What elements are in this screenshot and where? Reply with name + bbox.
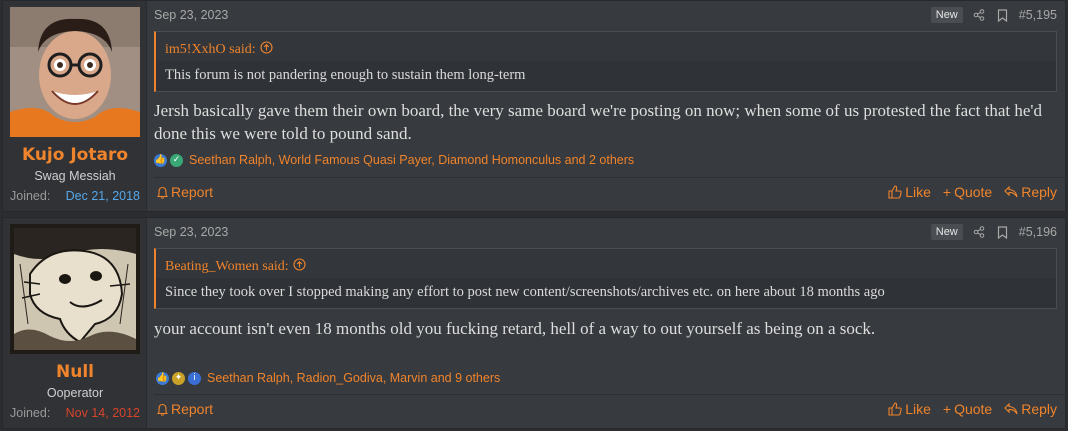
post-actions: Like + Quote Reply bbox=[888, 184, 1057, 200]
post-content: Sep 23, 2023 New #5,195 im5!XxhO said: T… bbox=[154, 1, 1065, 211]
post-header-actions: New #5,195 bbox=[930, 7, 1057, 23]
post-actions: Like + Quote Reply bbox=[888, 401, 1057, 417]
joined-date: Nov 14, 2012 bbox=[65, 406, 140, 420]
puzzle-reaction-icon: ✦ bbox=[172, 371, 185, 385]
quote-label: Quote bbox=[954, 401, 993, 417]
post-footer: Report Like + Quote Reply bbox=[154, 394, 1065, 428]
reply-icon bbox=[1004, 186, 1018, 198]
avatar-drawing-icon bbox=[10, 224, 140, 354]
joined-label: Joined: bbox=[10, 406, 51, 420]
share-icon[interactable] bbox=[971, 7, 987, 23]
reply-label: Reply bbox=[1021, 184, 1057, 200]
user-title: Swag Messiah bbox=[34, 169, 116, 183]
quote-author[interactable]: im5!XxhO said: bbox=[156, 32, 1056, 61]
quote-button[interactable]: + Quote bbox=[943, 184, 992, 200]
plus-icon: + bbox=[942, 184, 952, 200]
like-button[interactable]: Like bbox=[888, 184, 931, 200]
reactions-bar[interactable]: 👍 ✓ Seethan Ralph, World Famous Quasi Pa… bbox=[154, 153, 1065, 167]
post-footer: Report Like + Quote Reply bbox=[154, 177, 1065, 211]
bell-icon bbox=[157, 186, 168, 199]
post-date[interactable]: Sep 23, 2023 bbox=[154, 8, 228, 22]
bell-icon bbox=[157, 403, 168, 416]
post-content: Sep 23, 2023 New #5,196 Beating_Women sa… bbox=[154, 218, 1065, 428]
joined-label: Joined: bbox=[10, 189, 51, 203]
avatar-photo-icon bbox=[10, 7, 140, 137]
info-reaction-icon: i bbox=[188, 371, 201, 385]
new-badge: New bbox=[930, 7, 963, 23]
plus-icon: + bbox=[942, 401, 952, 417]
user-cell: Null Ooperator Joined: Nov 14, 2012 bbox=[3, 218, 147, 428]
post-number[interactable]: #5,195 bbox=[1019, 8, 1057, 22]
report-label: Report bbox=[171, 184, 214, 200]
like-button[interactable]: Like bbox=[888, 401, 931, 417]
reply-label: Reply bbox=[1021, 401, 1057, 417]
quote-text: Since they took over I stopped making an… bbox=[156, 278, 1056, 308]
quote-block: im5!XxhO said: This forum is not panderi… bbox=[154, 31, 1057, 92]
like-label: Like bbox=[905, 184, 931, 200]
user-cell: Kujo Jotaro Swag Messiah Joined: Dec 21,… bbox=[3, 1, 147, 211]
arrow-up-circle-icon[interactable] bbox=[260, 41, 273, 59]
post-5196: Null Ooperator Joined: Nov 14, 2012 Sep … bbox=[2, 217, 1066, 429]
report-label: Report bbox=[171, 401, 214, 417]
post-5195: Kujo Jotaro Swag Messiah Joined: Dec 21,… bbox=[2, 0, 1066, 212]
quote-button[interactable]: + Quote bbox=[943, 401, 992, 417]
bookmark-icon[interactable] bbox=[995, 224, 1011, 240]
check-reaction-icon: ✓ bbox=[170, 153, 183, 167]
post-number[interactable]: #5,196 bbox=[1019, 225, 1057, 239]
username[interactable]: Kujo Jotaro bbox=[3, 145, 147, 165]
reactions-list[interactable]: Seethan Ralph, World Famous Quasi Payer,… bbox=[189, 153, 634, 167]
new-badge: New bbox=[930, 224, 963, 240]
thumbs-up-icon bbox=[888, 185, 902, 199]
avatar[interactable] bbox=[10, 224, 140, 354]
avatar[interactable] bbox=[10, 7, 140, 137]
quote-author-label: im5!XxhO said: bbox=[165, 42, 256, 57]
quote-label: Quote bbox=[954, 184, 993, 200]
quote-text: This forum is not pandering enough to su… bbox=[156, 61, 1056, 91]
quote-author[interactable]: Beating_Women said: bbox=[156, 249, 1056, 278]
reply-button[interactable]: Reply bbox=[1004, 401, 1057, 417]
reactions-list[interactable]: Seethan Ralph, Radion_Godiva, Marvin and… bbox=[207, 371, 500, 385]
like-reaction-icon: 👍 bbox=[156, 371, 169, 385]
like-label: Like bbox=[905, 401, 931, 417]
report-button[interactable]: Report bbox=[157, 401, 213, 417]
arrow-up-circle-icon[interactable] bbox=[293, 258, 306, 276]
reply-button[interactable]: Reply bbox=[1004, 184, 1057, 200]
user-title: Ooperator bbox=[46, 386, 104, 400]
message-body: your account isn't even 18 months old yo… bbox=[154, 319, 876, 338]
like-reaction-icon: 👍 bbox=[154, 153, 167, 167]
quote-block: Beating_Women said: Since they took over… bbox=[154, 248, 1057, 309]
quote-author-label: Beating_Women said: bbox=[165, 259, 289, 274]
reactions-bar[interactable]: 👍 ✦ i Seethan Ralph, Radion_Godiva, Marv… bbox=[156, 371, 1065, 385]
thumbs-up-icon bbox=[888, 402, 902, 416]
report-button[interactable]: Report bbox=[157, 184, 213, 200]
bookmark-icon[interactable] bbox=[995, 7, 1011, 23]
post-date[interactable]: Sep 23, 2023 bbox=[154, 225, 228, 239]
post-header-actions: New #5,196 bbox=[930, 224, 1057, 240]
message-body: Jersh basically gave them their own boar… bbox=[154, 101, 1042, 143]
share-icon[interactable] bbox=[971, 224, 987, 240]
reply-icon bbox=[1004, 403, 1018, 415]
joined-date: Dec 21, 2018 bbox=[65, 189, 140, 203]
username[interactable]: Null bbox=[3, 362, 147, 382]
